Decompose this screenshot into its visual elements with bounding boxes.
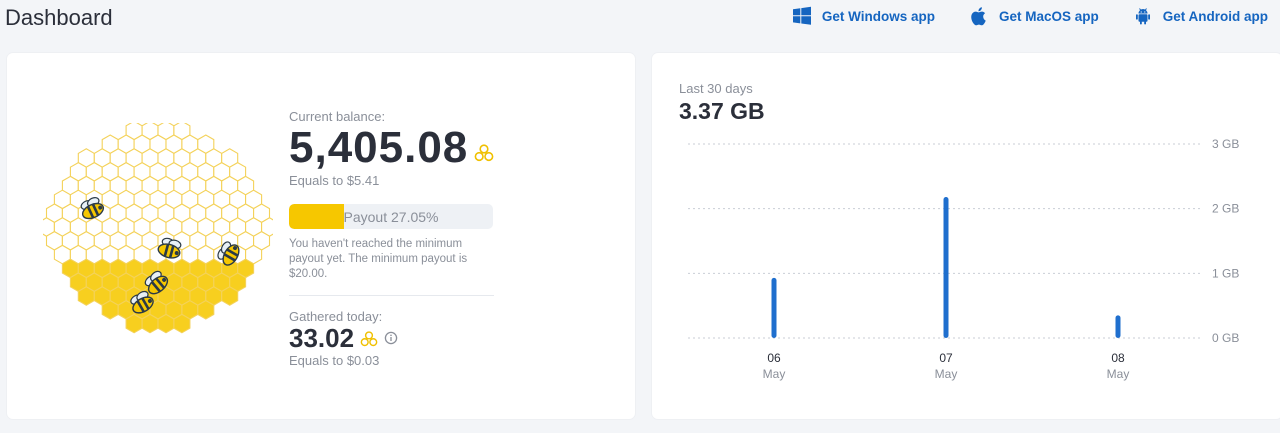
honeycomb-cell xyxy=(125,313,143,334)
chart-x-tick-day: 06 xyxy=(767,351,781,365)
honeycomb-cell xyxy=(77,286,95,306)
gathered-today-value: 33.02 xyxy=(289,323,355,353)
honeycomb-illustration xyxy=(43,123,273,334)
gathered-today-equals: Equals to $0.03 xyxy=(289,353,380,368)
chart-x-tick-day: 07 xyxy=(939,351,953,365)
chart-x-tick-month: May xyxy=(763,367,786,381)
chart-bar[interactable] xyxy=(771,277,777,338)
honeycomb-cell xyxy=(157,313,175,334)
payout-progress-bar: Payout 27.05% xyxy=(289,204,493,229)
honeycomb-cell xyxy=(173,313,191,334)
divider xyxy=(289,295,494,296)
current-balance-label: Current balance: xyxy=(289,109,386,124)
chart-x-tick-month: May xyxy=(935,367,958,381)
chart-y-tick-label: 3 GB xyxy=(1212,137,1239,151)
apple-icon xyxy=(969,6,989,26)
chart-x-tick-day: 08 xyxy=(1111,351,1125,365)
page-title: Dashboard xyxy=(5,5,113,30)
get-macos-app-label: Get MacOS app xyxy=(998,8,1099,24)
payout-progress-label: Payout 27.05% xyxy=(343,208,439,225)
windows-icon xyxy=(792,6,812,26)
traffic-chart-card: Last 30 days 3.37 GB 0 GB 1 GB 2 GB 3 GB 06 M… xyxy=(652,53,1280,419)
get-macos-app-link[interactable]: Get MacOS app xyxy=(969,6,1099,26)
android-icon xyxy=(1133,6,1153,26)
app-download-links: Get Windows app Get MacOS app Get Androi… xyxy=(792,6,1268,26)
current-balance-value-row: 5,405.08 xyxy=(289,124,499,172)
minimum-payout-note: You haven't reached the minimum payout y… xyxy=(289,238,468,280)
chart-bar[interactable] xyxy=(943,197,949,338)
chart-bar[interactable] xyxy=(1115,315,1121,338)
honeycomb-cell xyxy=(197,299,215,320)
traffic-bar-chart: 0 GB 1 GB 2 GB 3 GB 06 May 07 May 08 May xyxy=(688,137,1239,381)
chart-x-tick-month: May xyxy=(1107,367,1130,381)
current-balance-equals: Equals to $5.41 xyxy=(289,173,380,188)
honey-coin-icon xyxy=(474,124,494,172)
honey-coin-icon xyxy=(360,324,378,352)
honeycomb-cell xyxy=(221,286,239,306)
get-android-app-link[interactable]: Get Android app xyxy=(1133,6,1268,26)
balance-block: Current balance: 5,405.08 Equals to $5.4… xyxy=(289,109,499,368)
gathered-today-label: Gathered today: xyxy=(289,309,383,324)
honeycomb-cell xyxy=(141,313,159,334)
chart-y-tick-label: 2 GB xyxy=(1212,202,1239,216)
info-icon[interactable] xyxy=(384,331,398,345)
chart-y-tick-label: 0 GB xyxy=(1212,331,1239,345)
balance-card: Current balance: 5,405.08 Equals to $5.4… xyxy=(7,53,635,419)
honeycomb-cell xyxy=(101,299,119,320)
get-android-app-label: Get Android app xyxy=(1162,8,1268,24)
gathered-today-value-row: 33.02 xyxy=(289,324,499,352)
get-windows-app-link[interactable]: Get Windows app xyxy=(792,6,935,26)
chart-y-tick-label: 1 GB xyxy=(1212,266,1239,280)
current-balance-value: 5,405.08 xyxy=(289,123,469,172)
get-windows-app-label: Get Windows app xyxy=(821,8,935,24)
